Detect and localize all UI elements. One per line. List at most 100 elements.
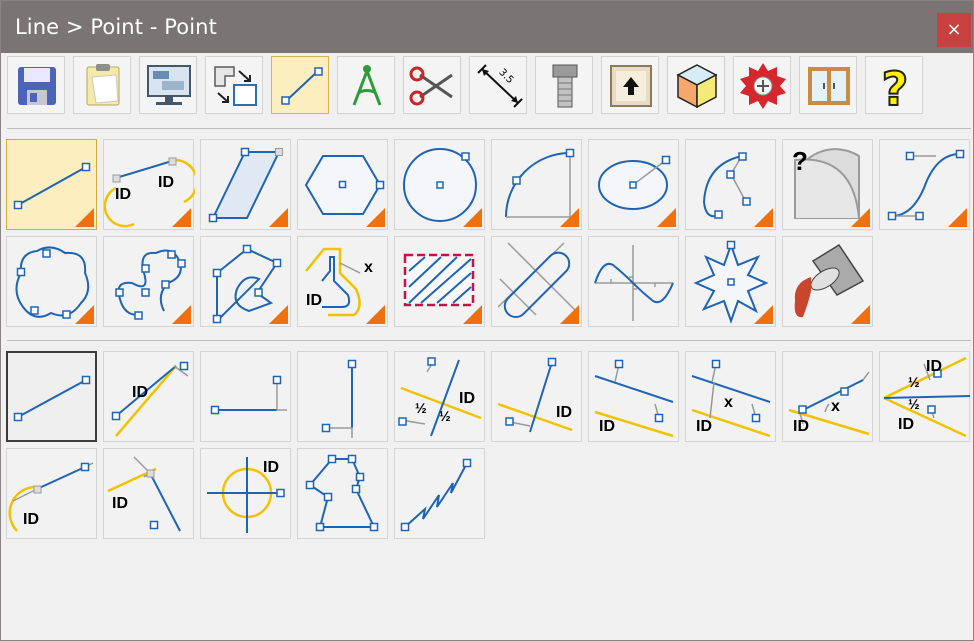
angle-bisector-label-half-2: ½ xyxy=(908,396,920,412)
help-button[interactable]: ? xyxy=(865,56,923,115)
point-point-line-button[interactable] xyxy=(6,351,97,442)
arc-button[interactable] xyxy=(491,139,582,230)
center-cross-label: ID xyxy=(263,459,279,476)
sine-curve-button[interactable] xyxy=(588,236,679,327)
paint-bucket-button[interactable] xyxy=(782,236,873,327)
offset-contour-icon xyxy=(305,247,385,324)
parallel-line-label: ID xyxy=(599,418,615,435)
offset-contour-label-id: ID xyxy=(306,292,322,309)
angle-bisector-line-button[interactable]: ID ½ ½ ID xyxy=(879,351,971,442)
line-at-distance-label: ID xyxy=(132,384,148,401)
ellipse-button[interactable] xyxy=(588,139,679,230)
point-point-line-icon xyxy=(13,375,91,422)
angle-distance-line-button[interactable]: x ID xyxy=(782,351,873,442)
angle-bisector-label-id-bottom: ID xyxy=(898,416,914,433)
polyline-icon xyxy=(212,244,288,324)
dimension-button[interactable]: 3.5 xyxy=(469,56,527,114)
transform-button[interactable] xyxy=(205,56,263,114)
bolt-button[interactable] xyxy=(535,56,593,114)
compass-button[interactable] xyxy=(337,56,395,114)
ellipse-icon xyxy=(598,155,676,227)
s-curve-button[interactable] xyxy=(879,139,970,230)
horizontal-line-button[interactable] xyxy=(200,351,291,442)
line-at-distance-button[interactable]: ID xyxy=(103,351,194,442)
clipboard-icon xyxy=(86,64,120,106)
slot-button[interactable] xyxy=(491,236,582,327)
close-button[interactable]: × xyxy=(937,13,971,47)
angle-bisector-label-half-1: ½ xyxy=(908,374,920,390)
bisector-line-button[interactable]: ID ½ ½ xyxy=(394,351,485,442)
elliptical-arc-button[interactable] xyxy=(685,139,776,230)
open-spline-button[interactable] xyxy=(103,236,194,327)
compass-icon xyxy=(352,65,382,106)
tangent-arcs-button[interactable]: ID ID xyxy=(103,139,195,230)
transform-shapes-icon xyxy=(214,66,257,106)
s-curve-icon xyxy=(887,149,967,227)
parallel-distance-label-x: x xyxy=(724,394,733,411)
slot-icon xyxy=(497,242,579,324)
window-button[interactable] xyxy=(799,56,857,114)
arc-icon xyxy=(505,148,579,227)
perpendicular-line-button[interactable]: ID xyxy=(103,448,194,539)
help-question-icon: ? xyxy=(881,61,910,115)
closed-spline-button[interactable] xyxy=(6,236,97,327)
circle-button[interactable] xyxy=(394,139,485,230)
save-button[interactable] xyxy=(7,56,65,114)
line-at-distance-icon xyxy=(111,361,189,437)
tangent-line-label: ID xyxy=(23,511,39,528)
horizontal-line-icon xyxy=(210,375,287,415)
parallel-distance-line-button[interactable]: x ID xyxy=(685,351,776,442)
circle-icon xyxy=(403,148,482,227)
dialog-window: Line > Point - Point × 3.5 ? ID ID ? ID … xyxy=(0,0,974,641)
parallel-distance-label-id: ID xyxy=(696,418,712,435)
open-spline-icon xyxy=(115,249,191,324)
window-icon xyxy=(808,67,850,105)
zigzag-line-icon xyxy=(400,458,472,532)
computer-button[interactable] xyxy=(139,56,197,114)
vertical-line-button[interactable] xyxy=(297,351,388,442)
polyline-mode-button[interactable] xyxy=(297,448,388,539)
up-key-button[interactable] xyxy=(601,56,659,114)
offset-contour-label-x: x xyxy=(364,259,373,276)
computer-screens-icon xyxy=(147,65,191,105)
hatch-area-button[interactable] xyxy=(394,236,485,327)
parallel-line-button[interactable]: ID xyxy=(588,351,679,442)
clipboard-button[interactable] xyxy=(73,56,131,114)
center-cross-line-button[interactable]: ID xyxy=(200,448,291,539)
angle-distance-label-id: ID xyxy=(793,418,809,435)
unknown-sector-button[interactable]: ? xyxy=(782,139,873,230)
separator xyxy=(7,128,971,129)
angle-line-icon xyxy=(497,357,573,433)
dimension-icon xyxy=(477,64,523,108)
offset-contour-button[interactable]: ID x xyxy=(297,236,388,327)
angle-line-button[interactable]: ID xyxy=(491,351,582,442)
hatch-area-icon xyxy=(403,253,482,324)
polyline-mode-icon xyxy=(305,454,379,532)
parallelogram-button[interactable] xyxy=(200,139,291,230)
polyline-button[interactable] xyxy=(200,236,291,327)
perpendicular-line-label: ID xyxy=(112,495,128,512)
hexagon-button[interactable] xyxy=(297,139,388,230)
saw-blade-icon xyxy=(740,63,786,109)
line-tool-button[interactable] xyxy=(271,56,329,114)
tangent-line-button[interactable]: ID xyxy=(6,448,97,539)
saw-blade-button[interactable] xyxy=(733,56,791,114)
bisector-label-half-1: ½ xyxy=(415,400,427,416)
line-shape-button[interactable] xyxy=(6,139,97,230)
title-bar[interactable]: Line > Point - Point × xyxy=(1,1,973,53)
star-button[interactable] xyxy=(685,236,776,327)
tangent-arcs-label-2: ID xyxy=(158,174,174,191)
line-shape-icon xyxy=(13,162,94,227)
angle-distance-label-x: x xyxy=(831,398,840,415)
svg-text:?: ? xyxy=(882,62,909,115)
zigzag-line-button[interactable] xyxy=(394,448,485,539)
scissors-button[interactable] xyxy=(403,56,461,114)
cube-button[interactable] xyxy=(667,56,725,114)
line-icon xyxy=(281,67,323,105)
star-icon xyxy=(693,240,773,325)
angle-bisector-label-id-top: ID xyxy=(926,358,942,375)
save-icon xyxy=(18,67,56,105)
hexagon-icon xyxy=(304,155,385,227)
angle-line-label: ID xyxy=(556,404,572,421)
sine-curve-icon xyxy=(594,245,674,321)
